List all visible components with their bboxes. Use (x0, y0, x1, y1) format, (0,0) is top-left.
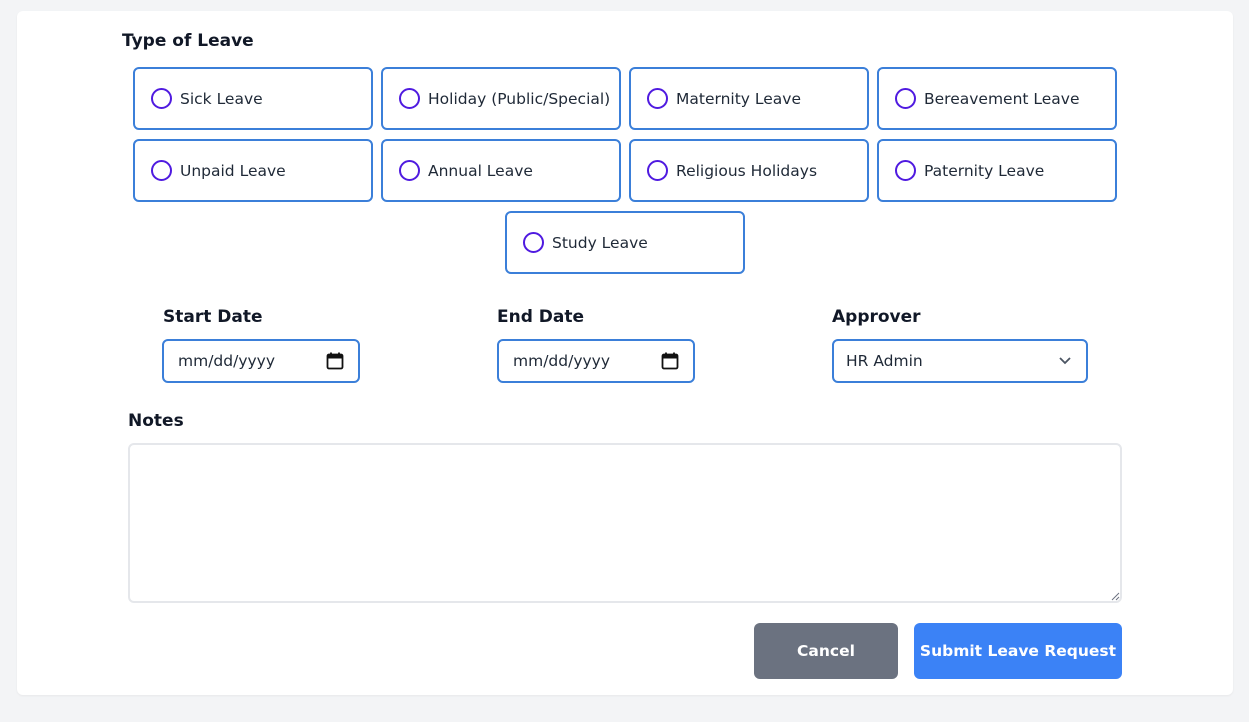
chevron-down-icon (1059, 357, 1071, 365)
cancel-button[interactable]: Cancel (754, 623, 898, 679)
radio-study-leave[interactable] (523, 232, 544, 253)
leave-option-maternity[interactable]: Maternity Leave (629, 67, 869, 130)
approver-label: Approver (832, 307, 921, 327)
leave-option-label: Religious Holidays (676, 161, 818, 180)
submit-leave-request-button[interactable]: Submit Leave Request (914, 623, 1122, 679)
type-of-leave-title: Type of Leave (122, 31, 254, 51)
leave-option-holiday[interactable]: Holiday (Public/Special) (381, 67, 621, 130)
leave-option-label: Unpaid Leave (180, 161, 286, 180)
leave-option-sick[interactable]: Sick Leave (133, 67, 373, 130)
leave-option-paternity[interactable]: Paternity Leave (877, 139, 1117, 202)
radio-paternity-leave[interactable] (895, 160, 916, 181)
notes-textarea[interactable] (128, 443, 1122, 603)
radio-maternity-leave[interactable] (647, 88, 668, 109)
calendar-icon[interactable] (661, 352, 679, 370)
leave-option-label: Paternity Leave (924, 161, 1045, 180)
radio-bereavement-leave[interactable] (895, 88, 916, 109)
leave-option-label: Study Leave (552, 233, 648, 252)
radio-holiday[interactable] (399, 88, 420, 109)
leave-option-study[interactable]: Study Leave (505, 211, 745, 274)
leave-option-label: Maternity Leave (676, 89, 801, 108)
start-date-label: Start Date (163, 307, 263, 327)
resize-grip-icon[interactable] (1110, 591, 1120, 601)
approver-select[interactable]: HR Admin (832, 339, 1088, 383)
leave-option-religious[interactable]: Religious Holidays (629, 139, 869, 202)
leave-option-label: Annual Leave (428, 161, 533, 180)
start-date-placeholder: mm/dd/yyyy (178, 352, 276, 370)
leave-option-label: Holiday (Public/Special) (428, 89, 611, 108)
start-date-input[interactable]: mm/dd/yyyy (162, 339, 360, 383)
leave-option-label: Bereavement Leave (924, 89, 1080, 108)
approver-selected-value: HR Admin (846, 352, 923, 370)
radio-annual-leave[interactable] (399, 160, 420, 181)
radio-sick-leave[interactable] (151, 88, 172, 109)
radio-unpaid-leave[interactable] (151, 160, 172, 181)
leave-option-unpaid[interactable]: Unpaid Leave (133, 139, 373, 202)
end-date-input[interactable]: mm/dd/yyyy (497, 339, 695, 383)
notes-label: Notes (128, 411, 184, 431)
leave-option-annual[interactable]: Annual Leave (381, 139, 621, 202)
end-date-placeholder: mm/dd/yyyy (513, 352, 611, 370)
calendar-icon[interactable] (326, 352, 344, 370)
radio-religious-holidays[interactable] (647, 160, 668, 181)
end-date-label: End Date (497, 307, 585, 327)
leave-option-bereavement[interactable]: Bereavement Leave (877, 67, 1117, 130)
leave-option-label: Sick Leave (180, 89, 263, 108)
